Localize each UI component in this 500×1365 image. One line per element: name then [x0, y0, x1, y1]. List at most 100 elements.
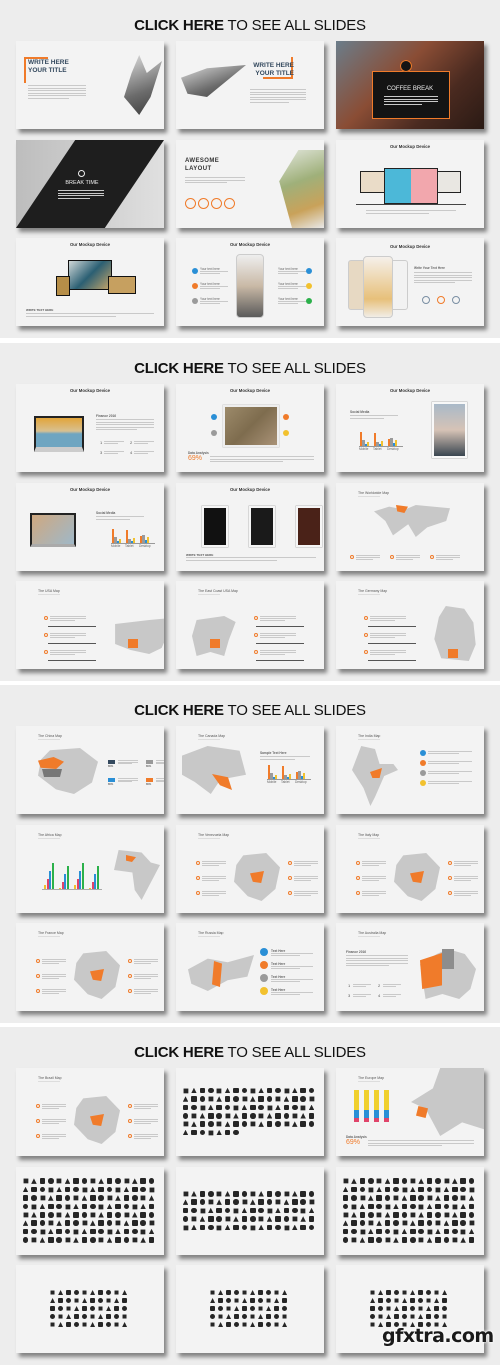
slide-thumbnail[interactable]: COFFEE BREAK	[336, 41, 484, 129]
cta-bold[interactable]: CLICK HERE	[134, 360, 224, 377]
glyph-icon	[50, 1322, 55, 1327]
glyph-icon	[115, 1187, 121, 1192]
slide-thumbnail[interactable]: The Russia Map Text Here Text Here Text Her…	[176, 923, 324, 1011]
text-line	[96, 424, 154, 425]
glyph-icon	[444, 1178, 449, 1184]
text-line	[202, 877, 226, 879]
slide-thumbnail[interactable]: WRITE HERE YOUR TITLE	[16, 41, 164, 129]
cta-bold[interactable]: CLICK HERE	[134, 1044, 224, 1061]
slide-thumbnail[interactable]	[176, 1265, 324, 1353]
glyph-icon	[234, 1314, 240, 1320]
slide-thumbnail[interactable]: The Canada Map Sample Text Here Mobile Tabl…	[176, 726, 324, 814]
feature-icon	[185, 198, 196, 209]
chart-category-label: Desktop	[139, 544, 151, 548]
text-line	[370, 616, 406, 617]
watermark: gfxtra.com	[382, 1325, 494, 1347]
slide-thumbnail[interactable]: The Australia Map Finance 2016 1 2 3 4	[336, 923, 484, 1011]
cta-rest[interactable]: TO SEE ALL SLIDES	[228, 1044, 367, 1061]
glyph-icon	[292, 1199, 298, 1205]
progress-bar	[368, 626, 416, 627]
text-line	[134, 960, 158, 962]
glyph-icon	[123, 1220, 130, 1226]
glyph-icon	[275, 1087, 281, 1094]
slide-thumbnail[interactable]	[176, 1167, 324, 1255]
slide-thumbnail[interactable]: WRITE HERE YOUR TITLE	[176, 41, 324, 129]
click-here-link[interactable]: CLICK HERE TO SEE ALL SLIDES	[0, 1044, 500, 1061]
click-here-link[interactable]: CLICK HERE TO SEE ALL SLIDES	[0, 702, 500, 719]
text-line	[366, 210, 456, 211]
slide-thumbnail[interactable]: Our Mockup Device Write Your Text Here	[336, 238, 484, 326]
slide-thumbnail[interactable]	[336, 1167, 484, 1255]
slide-thumbnail[interactable]: Our Mockup Device Social Media Mobile Table…	[336, 384, 484, 472]
slide-thumbnail[interactable]	[16, 1167, 164, 1255]
cta-rest[interactable]: TO SEE ALL SLIDES	[228, 702, 367, 719]
text-line	[104, 452, 118, 454]
glyph-icon	[343, 1178, 348, 1184]
slide-thumbnail[interactable]: The Italy Map	[336, 825, 484, 913]
click-here-link[interactable]: CLICK HERE TO SEE ALL SLIDES	[0, 17, 500, 34]
slide-thumbnail[interactable]: BREAK TIME	[16, 140, 164, 228]
slide-thumbnail[interactable]: Our Mockup Device WRITE TEXT HERE	[176, 483, 324, 571]
slide-thumbnail[interactable]: The Brazil Map	[16, 1068, 164, 1156]
title-underline	[38, 936, 60, 937]
glyph-icon	[199, 1191, 206, 1197]
slide-thumbnail[interactable]	[16, 1265, 164, 1353]
glyph-icon	[82, 1306, 88, 1312]
glyph-icon	[74, 1290, 80, 1296]
glyph-icon	[31, 1186, 37, 1193]
slide-thumbnail[interactable]: Our Mockup Device Finance 2016 1 2 3 4	[16, 384, 164, 472]
slide-thumbnail[interactable]: The China Map 80% 80% 80% 80%	[16, 726, 164, 814]
glyph-icon	[149, 1187, 154, 1192]
glyph-icon	[123, 1237, 130, 1243]
glyph-icon	[351, 1178, 357, 1184]
slide-thumbnail[interactable]: The India Map	[336, 726, 484, 814]
slide-thumbnail[interactable]: The East Coast USA Map	[176, 581, 324, 669]
glyph-icon	[90, 1290, 96, 1296]
glyph-icon	[300, 1224, 306, 1231]
text-line	[294, 894, 311, 896]
slide-thumbnail[interactable]: The Venezuela Map	[176, 825, 324, 913]
slide-thumbnail[interactable]	[176, 1068, 324, 1156]
cta-bold[interactable]: CLICK HERE	[134, 17, 224, 34]
list-icon	[364, 633, 368, 637]
slide-thumbnail[interactable]: Our Mockup Device	[336, 140, 484, 228]
glyph-icon	[282, 1322, 288, 1328]
glyph-icon	[39, 1203, 46, 1210]
text-line	[294, 864, 311, 866]
cta-rest[interactable]: TO SEE ALL SLIDES	[228, 360, 367, 377]
slide-thumbnail[interactable]: Our Mockup Device Your text here Your text…	[176, 238, 324, 326]
slide-thumbnail[interactable]: Our Mockup Device WRITE TEXT HERE	[16, 238, 164, 326]
slide-thumbnail[interactable]: The Germany Map	[336, 581, 484, 669]
map-title: The Europe Map	[358, 1076, 385, 1080]
cta-bold[interactable]: CLICK HERE	[134, 702, 224, 719]
slide-thumbnail[interactable]: The Europe Map Data Analysis 69%	[336, 1068, 484, 1156]
text-line	[454, 894, 471, 896]
text-line	[58, 195, 104, 196]
glyph-icon	[435, 1237, 441, 1243]
stat-circle	[422, 296, 430, 304]
glyph-icon	[452, 1237, 457, 1243]
click-here-link[interactable]: CLICK HERE TO SEE ALL SLIDES	[0, 360, 500, 377]
slide-thumbnail[interactable]: Our Mockup Device Data Analysis 69%	[176, 384, 324, 472]
cta-rest[interactable]: TO SEE ALL SLIDES	[228, 17, 367, 34]
glyph-icon	[418, 1212, 424, 1218]
text-line	[454, 879, 471, 881]
slide-thumbnail[interactable]: The Africa Map	[16, 825, 164, 913]
slide-thumbnail[interactable]: Our Mockup Device Social Media Mobile Table…	[16, 483, 164, 571]
chart-axis	[111, 543, 155, 544]
legend-value: 80%	[146, 765, 152, 768]
title-underline	[38, 838, 60, 839]
glyph-icon	[442, 1290, 448, 1296]
slide-thumbnail[interactable]: The Worldwide Map	[336, 483, 484, 571]
glyph-icon	[258, 1104, 264, 1111]
glyph-icon	[359, 1186, 366, 1193]
tablet	[56, 276, 70, 296]
slide-thumbnail[interactable]: The USA Map	[16, 581, 164, 669]
slide-thumbnail[interactable]: The France Map	[16, 923, 164, 1011]
stat-circle	[437, 296, 445, 304]
glyph-icon	[200, 1208, 205, 1213]
text-line	[134, 975, 158, 977]
glyph-icon	[106, 1290, 112, 1296]
glyph-icon	[199, 1224, 206, 1231]
slide-thumbnail[interactable]: AWESOME LAYOUT	[176, 140, 324, 228]
